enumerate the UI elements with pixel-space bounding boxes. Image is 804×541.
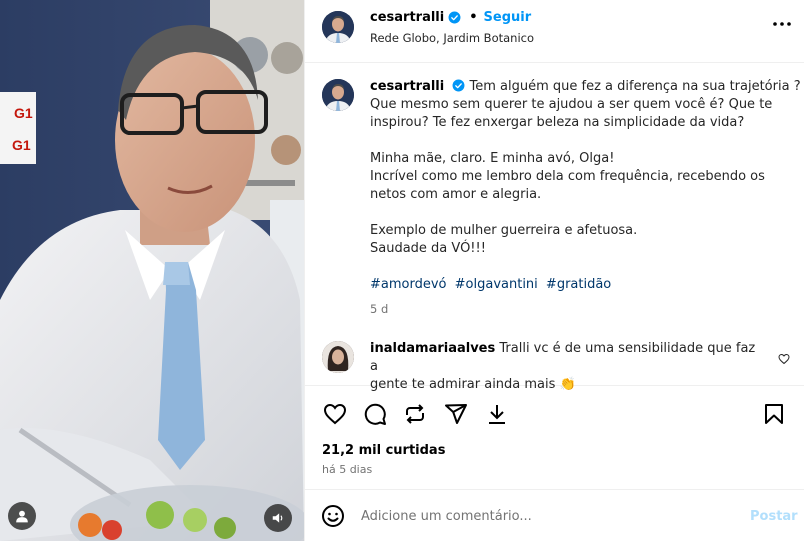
avatar[interactable] [322,79,354,111]
post-details-panel: cesartralli • Seguir Rede Globo, Jardim … [304,0,804,541]
caption-line: Exemplo de mulher guerreira e afetuosa. [370,223,638,238]
comment-username[interactable]: inaldamariaalves [370,341,495,356]
hashtag-list: #amordevó #olgavantini #gratidão [370,276,775,294]
avatar[interactable] [322,11,354,43]
more-options-button[interactable] [772,14,792,34]
emoji-button[interactable] [321,504,345,532]
avatar-image [322,11,354,43]
avatar-image [322,341,354,373]
post-dialog: G1 G1 cesartralli • Seguir Rede Globo, J… [0,0,804,541]
follow-button[interactable]: Seguir [484,10,532,25]
caption-line: netos com amor e alegria. [370,187,542,202]
caption-line: Que mesmo sem querer te ajudou a ser que… [370,97,773,112]
post-username[interactable]: cesartralli [370,10,444,25]
user-icon [16,510,28,523]
g1-sign: G1 [12,137,31,153]
caption-line: Saudade da VÓ!!! [370,241,486,256]
audio-toggle-button[interactable] [264,504,292,532]
comment-icon [364,403,386,425]
caption-line: Incrível como me lembro dela com frequên… [370,169,765,184]
caption-line: Minha mãe, claro. E minha avó, Olga! [370,151,615,166]
caption-username[interactable]: cesartralli [370,79,444,94]
post-date[interactable]: há 5 dias [322,463,372,476]
heart-icon [323,403,347,425]
send-button[interactable] [443,401,469,427]
verified-badge-icon [448,11,461,24]
comment-like-button[interactable] [778,350,790,369]
caption-line: inspirou? Te fez enxergar beleza na simp… [370,115,745,130]
post-caption: cesartralli Tem alguém que fez a diferen… [370,78,801,294]
download-button[interactable] [484,401,510,427]
separator-dot: • [469,10,478,25]
comment-avatar[interactable] [322,341,354,373]
like-button[interactable] [322,401,348,427]
more-horizontal-icon [773,22,791,26]
caption-line: Tem alguém que fez a diferença na sua tr… [469,79,801,94]
emoji-icon [322,505,344,527]
hashtag-link[interactable]: #amordevó [370,277,447,292]
likes-count[interactable]: 21,2 mil curtidas [322,443,445,458]
share-button[interactable] [402,401,428,427]
post-comment-button[interactable]: Postar [750,509,798,524]
comment-input[interactable] [361,504,731,528]
download-icon [489,405,505,424]
action-bar [305,387,804,439]
g1-sign: G1 [14,105,33,121]
hashtag-link[interactable]: #gratidão [546,277,611,292]
share-icon [406,404,424,424]
send-icon [445,404,467,424]
avatar-image [322,79,354,111]
speaker-icon [272,513,283,523]
tagged-users-button[interactable] [8,502,36,530]
bookmark-icon [765,404,783,424]
comment-button[interactable] [362,401,388,427]
heart-icon [778,353,790,365]
post-location[interactable]: Rede Globo, Jardim Botanico [370,31,534,45]
save-button[interactable] [761,401,787,427]
comment-composer: Postar [305,489,804,541]
post-photo: G1 G1 [0,0,304,541]
comments-section[interactable]: cesartralli Tem alguém que fez a diferen… [305,64,804,392]
post-media[interactable]: G1 G1 [0,0,304,541]
caption-age[interactable]: 5 d [370,302,388,316]
post-header: cesartralli • Seguir Rede Globo, Jardim … [305,0,804,63]
hashtag-link[interactable]: #olgavantini [455,277,538,292]
verified-badge-icon [452,79,465,92]
